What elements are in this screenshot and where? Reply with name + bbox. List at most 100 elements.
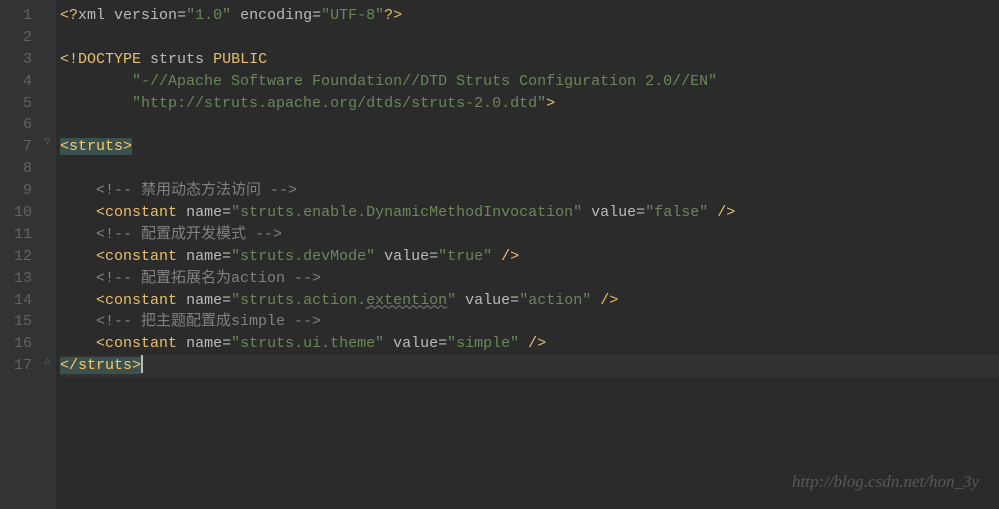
attr-value: "action"	[519, 292, 591, 309]
tag-open: <	[96, 335, 105, 352]
attr-value: "struts.devMode"	[231, 248, 375, 265]
code-line[interactable]: <!-- 配置成开发模式 -->	[60, 224, 999, 246]
tag-close: />	[519, 335, 546, 352]
code-line[interactable]: <constant name="struts.enable.DynamicMet…	[60, 202, 999, 224]
line-number[interactable]: 12	[14, 246, 32, 268]
attr-value: "false"	[645, 204, 708, 221]
code-line[interactable]: <?xml version="1.0" encoding="UTF-8"?>	[60, 5, 999, 27]
tag-close: />	[708, 204, 735, 221]
doctype-public: PUBLIC	[213, 51, 267, 68]
code-line[interactable]	[60, 114, 999, 136]
tag-name: constant	[105, 335, 177, 352]
tag-close: />	[492, 248, 519, 265]
eq: =	[429, 248, 438, 265]
indent	[60, 292, 96, 309]
indent	[60, 73, 132, 90]
struts-open-tag: <struts>	[60, 138, 132, 155]
indent	[60, 204, 96, 221]
tag-name: constant	[105, 248, 177, 265]
comment: <!-- 禁用动态方法访问 -->	[96, 182, 297, 199]
indent	[60, 95, 132, 112]
fold-toggle-icon[interactable]: ▽	[42, 138, 53, 149]
attr-value: "struts.enable.DynamicMethodInvocation"	[231, 204, 582, 221]
fold-column: ▽ △	[40, 0, 56, 509]
line-number[interactable]: 6	[14, 114, 32, 136]
tag-name: constant	[105, 292, 177, 309]
code-line[interactable]: <!DOCTYPE struts PUBLIC	[60, 49, 999, 71]
attr-name: name	[177, 204, 222, 221]
eq: =	[312, 7, 321, 24]
line-number[interactable]: 10	[14, 202, 32, 224]
attr-value: "UTF-8"	[321, 7, 384, 24]
line-number-gutter[interactable]: 1 2 3 4 5 6 7 8 9 10 11 12 13 14 15 16 1…	[0, 0, 40, 509]
doctype-keyword: DOCTYPE	[78, 51, 150, 68]
line-number[interactable]: 1	[14, 5, 32, 27]
xml-decl-open: <?	[60, 7, 78, 24]
code-line[interactable]: "http://struts.apache.org/dtds/struts-2.…	[60, 93, 999, 115]
attr-name: value	[375, 248, 429, 265]
eq: =	[510, 292, 519, 309]
code-line[interactable]	[60, 27, 999, 49]
attr-name: value	[456, 292, 510, 309]
line-number[interactable]: 9	[14, 180, 32, 202]
eq: =	[222, 204, 231, 221]
fold-toggle-icon[interactable]: △	[42, 357, 53, 368]
code-line[interactable]: <!-- 配置拓展名为action -->	[60, 268, 999, 290]
line-number[interactable]: 14	[14, 290, 32, 312]
typo-warning: extention	[366, 292, 447, 309]
attr-value: "true"	[438, 248, 492, 265]
caret	[141, 355, 143, 373]
code-line[interactable]: <constant name="struts.action.extention"…	[60, 290, 999, 312]
code-content[interactable]: <?xml version="1.0" encoding="UTF-8"?> <…	[56, 0, 999, 509]
line-number[interactable]: 2	[14, 27, 32, 49]
doctype-open: <!	[60, 51, 78, 68]
tag-name: constant	[105, 204, 177, 221]
comment: <!-- 配置成开发模式 -->	[96, 226, 282, 243]
indent	[60, 248, 96, 265]
doctype-uri: "http://struts.apache.org/dtds/struts-2.…	[132, 95, 546, 112]
code-line[interactable]	[60, 158, 999, 180]
line-number[interactable]: 8	[14, 158, 32, 180]
watermark: http://blog.csdn.net/hon_3y	[792, 470, 979, 495]
doctype-fpi: "-//Apache Software Foundation//DTD Stru…	[132, 73, 717, 90]
line-number[interactable]: 16	[14, 333, 32, 355]
eq: =	[177, 7, 186, 24]
line-number[interactable]: 15	[14, 311, 32, 333]
comment: <!-- 把主题配置成simple -->	[96, 313, 321, 330]
indent	[60, 270, 96, 287]
code-editor: 1 2 3 4 5 6 7 8 9 10 11 12 13 14 15 16 1…	[0, 0, 999, 509]
attr-value: "struts.ui.theme"	[231, 335, 384, 352]
xml-decl-attr: encoding	[231, 7, 312, 24]
eq: =	[222, 335, 231, 352]
indent	[60, 313, 96, 330]
code-line[interactable]: <constant name="struts.devMode" value="t…	[60, 246, 999, 268]
attr-name: name	[177, 248, 222, 265]
indent	[60, 182, 96, 199]
line-number[interactable]: 13	[14, 268, 32, 290]
attr-name: value	[582, 204, 636, 221]
code-line[interactable]: <!-- 把主题配置成simple -->	[60, 311, 999, 333]
code-line[interactable]: <struts>	[60, 136, 999, 158]
tag-open: <	[96, 204, 105, 221]
code-line[interactable]: <!-- 禁用动态方法访问 -->	[60, 180, 999, 202]
xml-decl-close: ?>	[384, 7, 402, 24]
tag-open: <	[96, 248, 105, 265]
code-line[interactable]: <constant name="struts.ui.theme" value="…	[60, 333, 999, 355]
struts-close-tag: </struts>	[60, 357, 141, 374]
attr-value: "1.0"	[186, 7, 231, 24]
xml-decl-attr: xml version	[78, 7, 177, 24]
attr-value: "	[447, 292, 456, 309]
line-number[interactable]: 5	[14, 93, 32, 115]
line-number[interactable]: 17	[14, 355, 32, 377]
indent	[60, 226, 96, 243]
line-number[interactable]: 4	[14, 71, 32, 93]
line-number[interactable]: 3	[14, 49, 32, 71]
doctype-close: >	[546, 95, 555, 112]
line-number[interactable]: 11	[14, 224, 32, 246]
indent	[60, 335, 96, 352]
code-line[interactable]: "-//Apache Software Foundation//DTD Stru…	[60, 71, 999, 93]
attr-value: "struts.action.	[231, 292, 366, 309]
tag-open: <	[96, 292, 105, 309]
code-line[interactable]: </struts>	[60, 355, 999, 377]
line-number[interactable]: 7	[14, 136, 32, 158]
